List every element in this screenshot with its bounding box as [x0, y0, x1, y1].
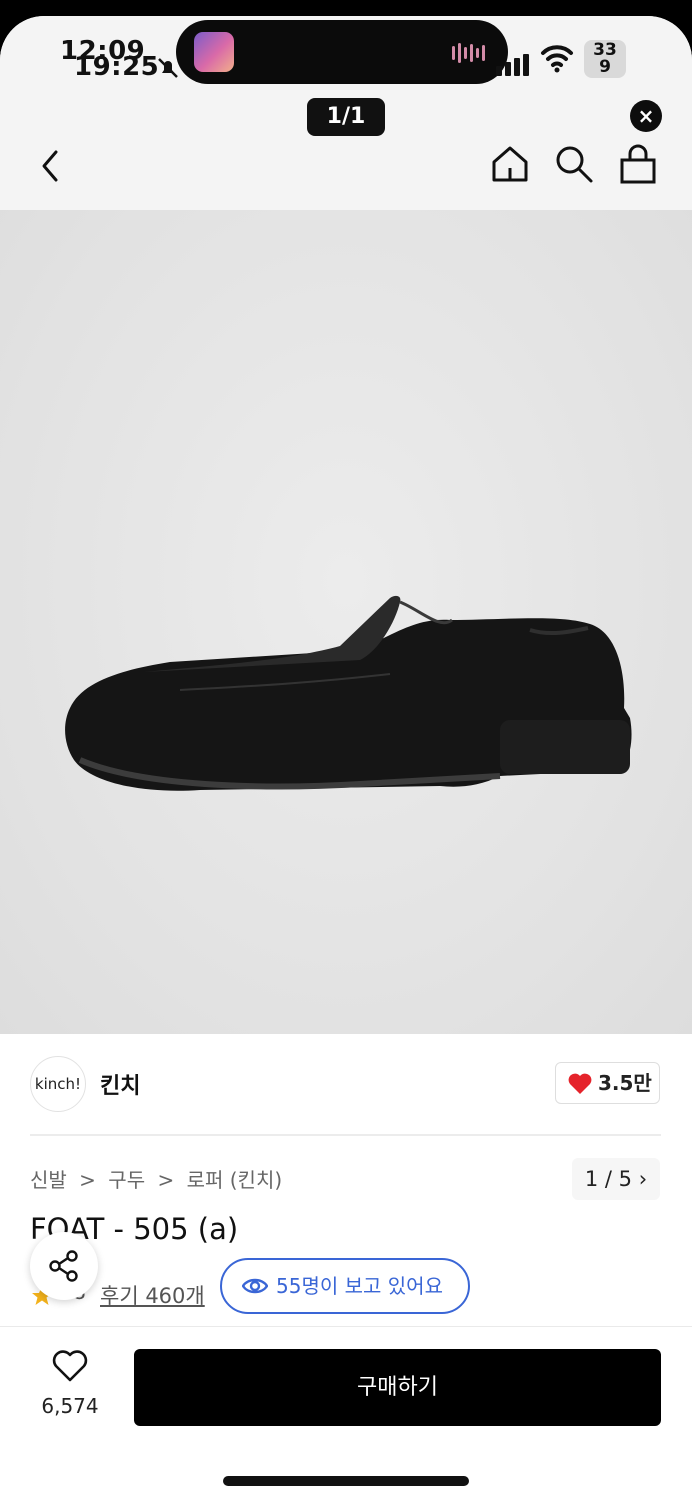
shopping-bag-icon[interactable]: [618, 144, 658, 184]
eye-icon: [242, 1278, 268, 1294]
home-icon[interactable]: [490, 144, 530, 184]
section-divider: [30, 1134, 661, 1136]
wifi-icon: [541, 45, 573, 73]
live-viewers-badge: 55명이 보고 있어요: [220, 1258, 470, 1314]
breadcrumb-separator: >: [79, 1168, 96, 1192]
image-counter[interactable]: 1 / 5 ›: [572, 1158, 660, 1200]
home-indicator[interactable]: [223, 1476, 469, 1486]
battery-level-bottom: 9: [599, 57, 611, 77]
audio-wave-icon: [452, 43, 485, 63]
back-icon[interactable]: [36, 148, 66, 184]
search-icon[interactable]: [554, 144, 594, 184]
loafer-shoe-image: [65, 595, 632, 791]
battery-indicator: 33 9: [584, 40, 626, 78]
buy-button[interactable]: 구매하기: [134, 1349, 661, 1426]
brand-like-count: 3.5만: [598, 1071, 652, 1095]
close-button[interactable]: ×: [630, 100, 662, 132]
heart-outline-icon: [52, 1350, 88, 1382]
breadcrumb-item[interactable]: 신발: [30, 1168, 67, 1192]
wishlist-button[interactable]: [30, 1350, 110, 1430]
image-counter-label: 1 / 5: [584, 1167, 633, 1191]
wishlist-count: 6,574: [41, 1394, 99, 1418]
share-button[interactable]: [30, 1232, 98, 1300]
dynamic-island[interactable]: [176, 20, 508, 84]
chevron-right-icon: ›: [638, 1167, 648, 1191]
bottom-bar-divider: [0, 1326, 692, 1327]
heart-filled-icon: [568, 1073, 592, 1094]
breadcrumb-item[interactable]: 구두: [108, 1168, 145, 1192]
live-viewers-text: 55명이 보고 있어요: [276, 1274, 443, 1298]
page-indicator: 1/1: [307, 98, 385, 136]
reviews-link[interactable]: 후기 460개: [100, 1280, 205, 1310]
now-playing-artwork: [194, 32, 234, 72]
breadcrumb-separator: >: [157, 1168, 175, 1192]
brand-like-button[interactable]: 3.5만: [555, 1062, 660, 1104]
top-bar: 12:09 19:25 33 9 1/1 ×: [0, 16, 692, 210]
product-screen: 12:09 19:25 33 9 1/1 × 1 / 5 › kinch! 킨치…: [0, 16, 692, 1500]
breadcrumb: 신발 > 구두 > 로퍼 (킨치): [30, 1164, 288, 1193]
share-icon: [49, 1250, 78, 1282]
breadcrumb-item[interactable]: 로퍼 (킨치): [187, 1168, 283, 1192]
status-time-front: 19:25: [74, 52, 160, 82]
cellular-signal-icon: [496, 54, 529, 76]
product-image[interactable]: 1 / 5 ›: [0, 210, 692, 1200]
brand-logo[interactable]: kinch!: [30, 1056, 86, 1112]
brand-name[interactable]: 킨치: [100, 1068, 140, 1100]
